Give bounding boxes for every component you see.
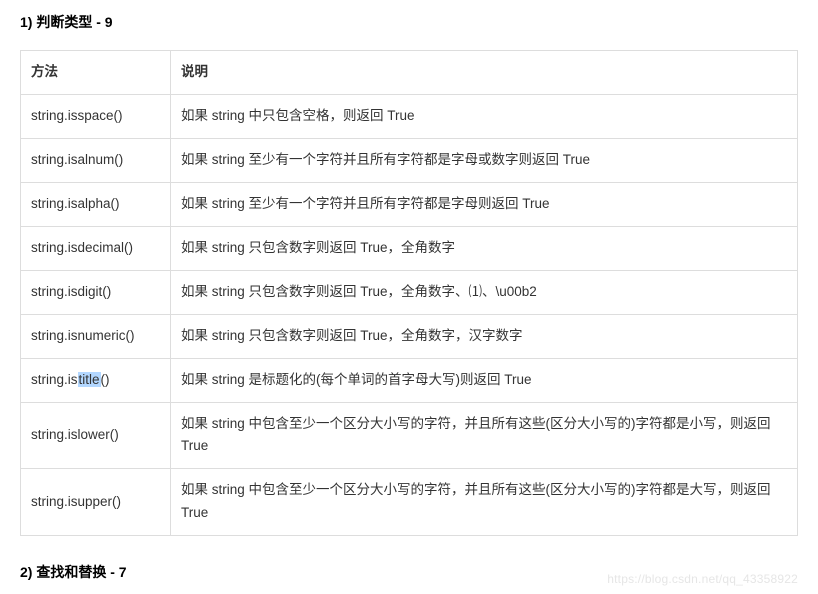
- method-cell: string.isupper(): [21, 469, 171, 536]
- table-row: string.isdigit() 如果 string 只包含数字则返回 True…: [21, 270, 798, 314]
- method-prefix: string.is: [31, 372, 78, 387]
- desc-cell: 如果 string 中包含至少一个区分大小写的字符，并且所有这些(区分大小写的)…: [171, 469, 798, 536]
- desc-cell: 如果 string 中包含至少一个区分大小写的字符，并且所有这些(区分大小写的)…: [171, 402, 798, 469]
- method-cell: string.isdigit(): [21, 270, 171, 314]
- selection-highlight: title: [78, 372, 101, 387]
- method-cell-istitle: string.istitle(): [21, 358, 171, 402]
- header-method: 方法: [21, 51, 171, 95]
- table-row: string.isdecimal() 如果 string 只包含数字则返回 Tr…: [21, 226, 798, 270]
- header-description: 说明: [171, 51, 798, 95]
- method-cell: string.isalpha(): [21, 182, 171, 226]
- method-suffix: (): [101, 372, 110, 387]
- section-title-2: 2) 查找和替换 - 7: [20, 562, 798, 582]
- methods-table: 方法 说明 string.isspace() 如果 string 中只包含空格，…: [20, 50, 798, 536]
- section-title-1: 1) 判断类型 - 9: [20, 12, 798, 32]
- method-cell: string.isnumeric(): [21, 314, 171, 358]
- table-row: string.isspace() 如果 string 中只包含空格，则返回 Tr…: [21, 94, 798, 138]
- desc-cell: 如果 string 是标题化的(每个单词的首字母大写)则返回 True: [171, 358, 798, 402]
- method-cell: string.isdecimal(): [21, 226, 171, 270]
- desc-cell: 如果 string 只包含数字则返回 True，全角数字: [171, 226, 798, 270]
- desc-cell: 如果 string 中只包含空格，则返回 True: [171, 94, 798, 138]
- table-row: string.isupper() 如果 string 中包含至少一个区分大小写的…: [21, 469, 798, 536]
- table-row: string.isalnum() 如果 string 至少有一个字符并且所有字符…: [21, 138, 798, 182]
- table-row: string.istitle() 如果 string 是标题化的(每个单词的首字…: [21, 358, 798, 402]
- desc-cell: 如果 string 至少有一个字符并且所有字符都是字母或数字则返回 True: [171, 138, 798, 182]
- desc-cell: 如果 string 至少有一个字符并且所有字符都是字母则返回 True: [171, 182, 798, 226]
- method-cell: string.islower(): [21, 402, 171, 469]
- method-cell: string.isalnum(): [21, 138, 171, 182]
- desc-cell: 如果 string 只包含数字则返回 True，全角数字，汉字数字: [171, 314, 798, 358]
- table-row: string.isnumeric() 如果 string 只包含数字则返回 Tr…: [21, 314, 798, 358]
- desc-cell: 如果 string 只包含数字则返回 True，全角数字、⑴、\u00b2: [171, 270, 798, 314]
- table-header-row: 方法 说明: [21, 51, 798, 95]
- table-row: string.islower() 如果 string 中包含至少一个区分大小写的…: [21, 402, 798, 469]
- table-row: string.isalpha() 如果 string 至少有一个字符并且所有字符…: [21, 182, 798, 226]
- method-cell: string.isspace(): [21, 94, 171, 138]
